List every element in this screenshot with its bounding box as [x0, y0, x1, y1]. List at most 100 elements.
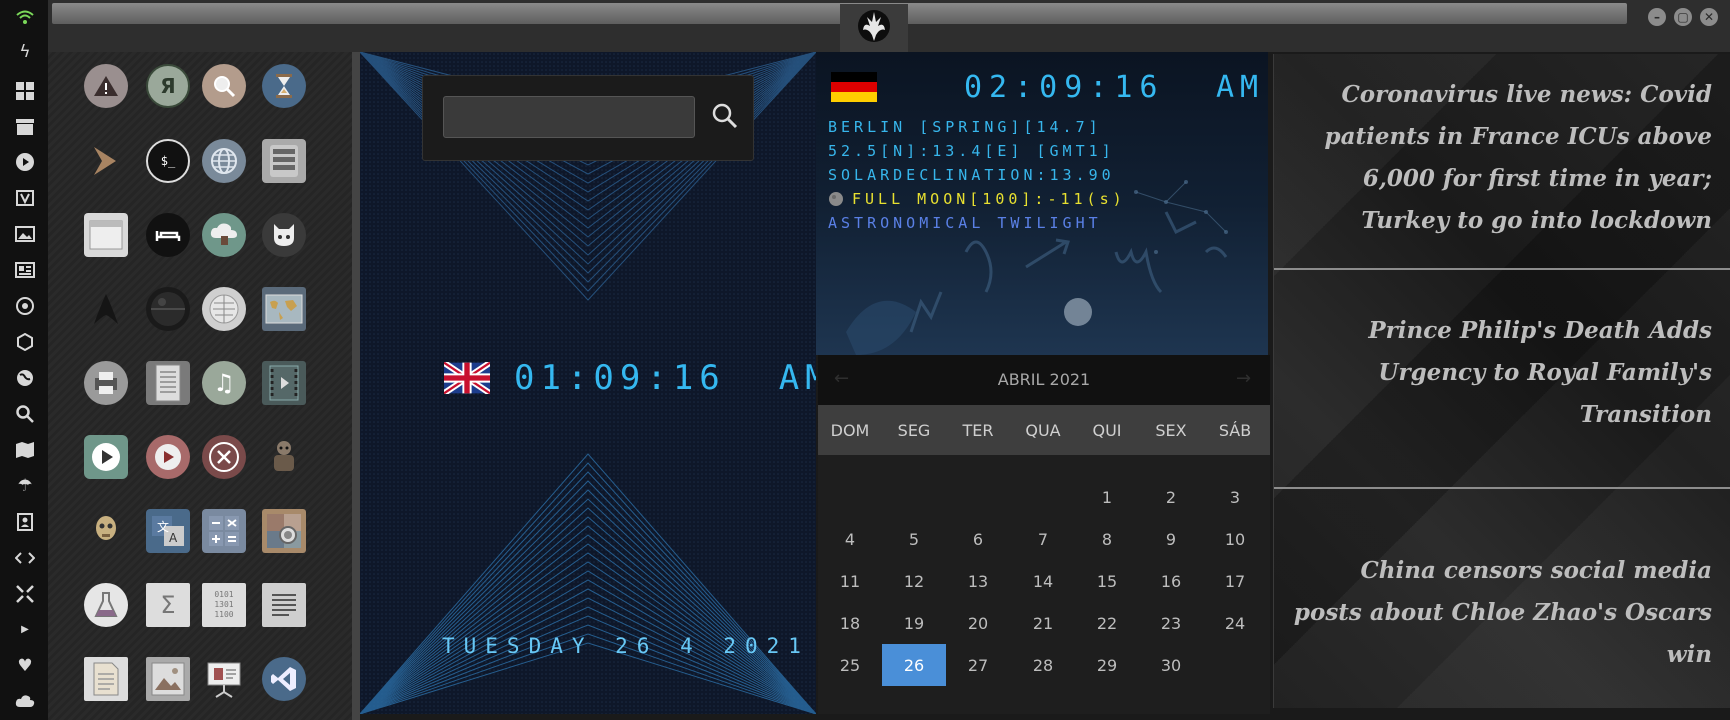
news-icon[interactable]	[14, 259, 36, 281]
translate-app-icon[interactable]: 文A	[146, 509, 190, 553]
calendar-day[interactable]: 29	[1075, 644, 1139, 686]
robot-app-icon[interactable]	[262, 435, 306, 479]
heart-icon[interactable]: ♥	[14, 655, 36, 677]
calculator-app-icon[interactable]	[202, 509, 246, 553]
wifi-icon[interactable]	[14, 6, 36, 28]
image-app-icon[interactable]	[146, 657, 190, 701]
globe-icon[interactable]	[14, 367, 36, 389]
resize-icon[interactable]	[14, 583, 36, 605]
weekday-label: DOM	[830, 421, 870, 440]
play-icon[interactable]	[14, 151, 36, 173]
github-app-icon[interactable]	[262, 213, 306, 257]
calendar-day[interactable]: 12	[882, 560, 946, 602]
yandex-app-icon[interactable]: Я	[146, 64, 190, 108]
photos-app-icon[interactable]	[262, 509, 306, 553]
translate-map-icon[interactable]	[14, 187, 36, 209]
calendar-day[interactable]: 27	[946, 644, 1010, 686]
hourglass-app-icon[interactable]	[262, 64, 306, 108]
calendar-day[interactable]: 21	[1011, 602, 1075, 644]
news-item[interactable]: China censors social media posts about C…	[1292, 550, 1712, 676]
umbrella-icon[interactable]: ☂	[14, 475, 36, 497]
close-app-icon[interactable]	[202, 435, 246, 479]
play-app-icon[interactable]	[84, 435, 128, 479]
calendar-day[interactable]: 15	[1075, 560, 1139, 602]
globe-app-icon[interactable]	[202, 139, 246, 183]
news-separator	[1274, 268, 1730, 270]
rebel-icon[interactable]	[14, 295, 36, 317]
calendar-day[interactable]: 4	[818, 518, 882, 560]
world-map-app-icon[interactable]	[262, 287, 306, 331]
calendar-day[interactable]: 14	[1011, 560, 1075, 602]
sleep-app-icon[interactable]	[146, 213, 190, 257]
calendar-day[interactable]: 17	[1203, 560, 1267, 602]
calendar-day[interactable]: 13	[946, 560, 1010, 602]
archive-icon[interactable]	[14, 116, 36, 138]
death-star-app-icon[interactable]	[146, 287, 190, 331]
minimize-button[interactable]: –	[1648, 8, 1666, 26]
sigma-app-icon[interactable]: Σ	[146, 583, 190, 627]
coordinates-line: 52.5[N]:13.4[E] [GMT1]	[828, 142, 1115, 160]
calendar-day[interactable]: 9	[1139, 518, 1203, 560]
youtube-icon[interactable]: ▶	[14, 619, 36, 641]
terminal-app-icon[interactable]: $_	[146, 139, 190, 183]
text-editor-app-icon[interactable]	[262, 583, 306, 627]
calendar-day[interactable]: 11	[818, 560, 882, 602]
calendar-day[interactable]: 10	[1203, 518, 1267, 560]
map-icon[interactable]	[14, 439, 36, 461]
calendar-day[interactable]: 16	[1139, 560, 1203, 602]
vscode-app-icon[interactable]	[262, 657, 306, 701]
calendar-day[interactable]: 23	[1139, 602, 1203, 644]
calendar-day[interactable]: 28	[1011, 644, 1075, 686]
notes-app-icon[interactable]	[84, 657, 128, 701]
news-item[interactable]: Prince Philip's Death Adds Urgency to Ro…	[1292, 310, 1712, 436]
calendar-day[interactable]: 5	[882, 518, 946, 560]
window-app-icon[interactable]	[84, 213, 128, 257]
contacts-icon[interactable]	[14, 511, 36, 533]
calendar-day[interactable]: 25	[818, 644, 882, 686]
calendar-next-button[interactable]: →	[1236, 368, 1251, 389]
rebel-emblem-tab[interactable]	[840, 4, 908, 52]
video-app-icon[interactable]	[262, 361, 306, 405]
terminal-arrow-app-icon[interactable]	[84, 139, 128, 183]
drive-app-icon[interactable]	[262, 139, 306, 183]
code-icon[interactable]	[14, 547, 36, 569]
cloud-icon[interactable]	[14, 690, 36, 712]
calendar-day[interactable]: 30	[1139, 644, 1203, 686]
youtube-dl-app-icon[interactable]	[146, 435, 190, 479]
calendar-day[interactable]: 1	[1075, 476, 1139, 518]
calendar-day[interactable]: 7	[1011, 518, 1075, 560]
calendar-day[interactable]: 8	[1075, 518, 1139, 560]
calendar-day[interactable]: 18	[818, 602, 882, 644]
music-app-icon[interactable]: ♫	[202, 361, 246, 405]
search-app-icon[interactable]	[202, 64, 246, 108]
calendar-day[interactable]: 2	[1139, 476, 1203, 518]
c3po-app-icon[interactable]	[84, 509, 128, 553]
calendar-day[interactable]: 24	[1203, 602, 1267, 644]
cloud-lock-app-icon[interactable]	[202, 213, 246, 257]
news-item[interactable]: Coronavirus live news: Covid patients in…	[1292, 74, 1712, 242]
calendar-day[interactable]: 6	[946, 518, 1010, 560]
lab-app-icon[interactable]	[84, 583, 128, 627]
weekday-label: QUA	[1025, 421, 1061, 440]
calendar-day[interactable]: 20	[946, 602, 1010, 644]
binary-app-icon[interactable]: 0101 1301 1100	[202, 583, 246, 627]
search-icon[interactable]	[14, 403, 36, 425]
flash-icon[interactable]: ϟ	[14, 41, 36, 63]
calendar-day[interactable]: 22	[1075, 602, 1139, 644]
search-input[interactable]	[443, 96, 695, 138]
calendar-day[interactable]: 19	[882, 602, 946, 644]
search-button[interactable]	[707, 98, 743, 134]
calendar-day-today[interactable]: 26	[882, 644, 946, 686]
warning-app-icon[interactable]	[84, 64, 128, 108]
close-button[interactable]: ✕	[1700, 8, 1718, 26]
maximize-button[interactable]: ▢	[1674, 8, 1692, 26]
presentation-app-icon[interactable]	[202, 657, 246, 701]
image-icon[interactable]	[14, 223, 36, 245]
printer-app-icon[interactable]	[84, 361, 128, 405]
document-viewer-app-icon[interactable]	[146, 361, 190, 405]
hexagon-icon[interactable]	[14, 331, 36, 353]
windows-icon[interactable]	[14, 80, 36, 102]
wikipedia-app-icon[interactable]	[202, 287, 246, 331]
star-trek-app-icon[interactable]	[84, 287, 128, 331]
calendar-day[interactable]: 3	[1203, 476, 1267, 518]
